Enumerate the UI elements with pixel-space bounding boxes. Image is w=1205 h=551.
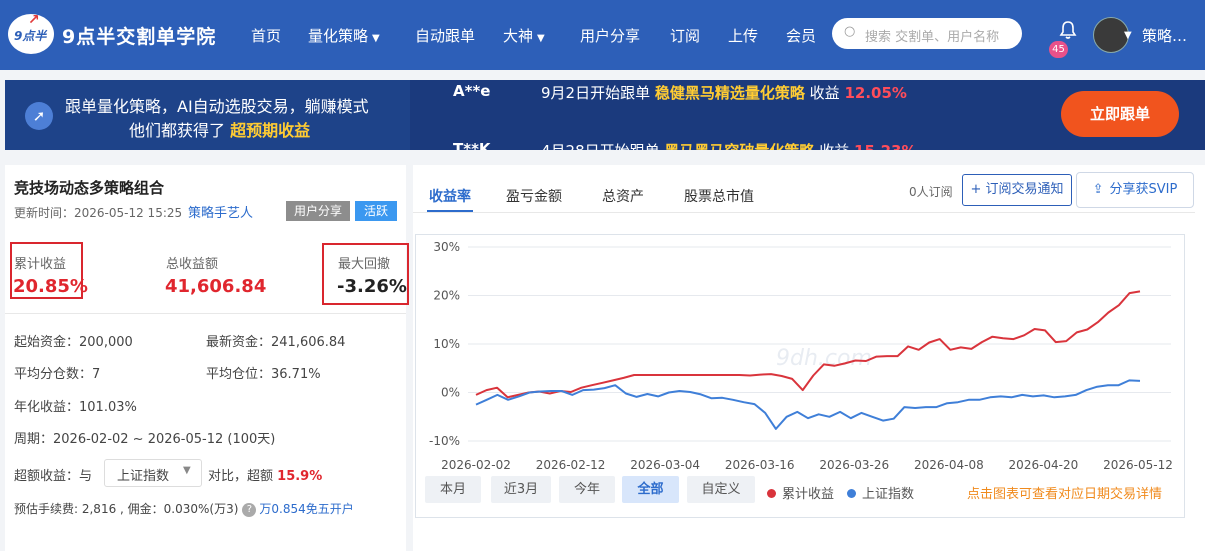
share-svip-button[interactable]: ⇪ 分享获SVIP: [1076, 172, 1194, 208]
updated-time: 更新时间：2026-05-12 15:25: [14, 206, 183, 220]
search-icon: ○: [844, 24, 856, 39]
cum-return-value: 20.85%: [13, 276, 88, 297]
fee-info: 预估手续费: 2,816 , 佣金：0.030%(万3)? 万0.854免五开户: [14, 502, 354, 517]
range-this-year-button[interactable]: 今年: [559, 476, 615, 503]
x-tick-label: 2026-02-02: [441, 458, 511, 472]
x-tick-label: 2026-05-12: [1103, 458, 1173, 472]
chevron-down-icon: ▼: [372, 33, 380, 44]
x-tick-label: 2026-02-12: [536, 458, 606, 472]
avg-positions: 平均分仓数：7: [14, 367, 101, 382]
subscriber-count: 0人订阅: [909, 185, 953, 199]
banner-line1: 跟单量化策略，AI自动选股交易，躺赚模式: [65, 97, 369, 116]
x-tick-label: 2026-04-08: [914, 458, 984, 472]
nav-item-quant-strategy[interactable]: 量化策略 ▼: [308, 25, 380, 46]
tab-return-rate[interactable]: 收益率: [429, 186, 471, 206]
y-tick-label: 10%: [433, 337, 460, 351]
ticker-row: T**K 4月28日开始跟单 黑马黑马突破量化策略 收益 15.23%: [453, 140, 917, 150]
legend-dot: [767, 489, 776, 498]
x-tick-label: 2026-03-16: [725, 458, 795, 472]
range-all-button[interactable]: 全部: [622, 476, 679, 503]
chevron-down-icon: ▼: [183, 465, 191, 476]
return-chart[interactable]: 9dh.com 30% 20% 10% 0% -10% 2026-02-02 2026-02…: [416, 235, 1184, 517]
max-drawdown-value: -3.26%: [337, 276, 407, 297]
chevron-down-icon[interactable]: ▼: [1124, 30, 1132, 41]
cum-return-label: 累计收益: [14, 257, 67, 272]
benchmark-select[interactable]: 上证指数 ▼: [104, 459, 202, 487]
tabs-divider: [413, 212, 1195, 213]
y-tick-label: -10%: [429, 434, 460, 448]
user-share-tag: 用户分享: [286, 201, 350, 221]
range-custom-button[interactable]: 自定义: [687, 476, 755, 503]
start-capital: 起始资金：200,000: [14, 335, 133, 350]
tab-profit-amount[interactable]: 盈亏金额: [506, 186, 562, 206]
excess-return: 对比，超额 15.9%: [208, 469, 323, 484]
active-tag: 活跃: [355, 201, 397, 221]
nav-item-home[interactable]: 首页: [251, 25, 281, 46]
annualized-return: 年化收益：101.03%: [14, 400, 137, 415]
excess-prefix: 超额收益：与: [14, 469, 93, 484]
share-icon: ⇪: [1092, 182, 1104, 197]
brand-name[interactable]: 9点半交割单学院: [62, 22, 216, 49]
chevron-down-icon: ▼: [537, 33, 545, 44]
username[interactable]: 策略…: [1142, 25, 1187, 46]
legend-cum-return[interactable]: 累计收益: [767, 483, 834, 502]
top-navbar: ↗ 9点半 9点半交割单学院 首页 量化策略 ▼ 自动跟单 大神 ▼ 用户分享 订阅…: [0, 0, 1205, 70]
index-line[interactable]: [475, 379, 1141, 430]
logo-icon[interactable]: ↗ 9点半: [8, 12, 54, 54]
total-profit-value: 41,606.84: [165, 276, 267, 297]
nav-item-subscribe[interactable]: 订阅: [670, 25, 700, 46]
tab-total-assets[interactable]: 总资产: [602, 186, 644, 206]
chart-hint: 点击图表可查看对应日期交易详情: [967, 487, 1163, 502]
legend-dot: [847, 489, 856, 498]
y-tick-label: 30%: [433, 240, 460, 254]
nav-item-membership[interactable]: 会员: [786, 25, 816, 46]
nav-item-user-share[interactable]: 用户分享: [580, 25, 640, 46]
ticker-row: A**e 9月2日开始跟单 稳健黑马精选量化策略 收益 12.05%: [453, 82, 907, 102]
strategy-title: 竞技场动态多策略组合: [14, 179, 165, 197]
follow-now-button[interactable]: 立即跟单: [1061, 91, 1179, 137]
y-tick-label: 20%: [433, 289, 460, 303]
chart-panel: 收益率 盈亏金额 总资产 股票总市值 0人订阅 + 订阅交易通知 ⇪ 分享获SVI…: [413, 165, 1205, 551]
nav-item-upload[interactable]: 上传: [728, 25, 758, 46]
notification-badge: 45: [1049, 41, 1068, 58]
strategy-summary-panel: 竞技场动态多策略组合 更新时间：2026-05-12 15:25 策略手艺人 用…: [5, 165, 409, 551]
latest-capital: 最新资金：241,606.84: [206, 335, 346, 350]
help-icon[interactable]: ?: [242, 503, 257, 517]
nav-item-masters[interactable]: 大神 ▼: [503, 25, 545, 46]
y-tick-label: 0%: [441, 386, 460, 400]
banner-line2: 他们都获得了 超预期收益: [129, 121, 311, 140]
author-link[interactable]: 策略手艺人: [188, 202, 253, 221]
range-3-months-button[interactable]: 近3月: [491, 476, 551, 503]
logo-text: 9点半: [14, 29, 47, 43]
x-tick-label: 2026-03-26: [819, 458, 889, 472]
promo-banner: ➚ 跟单量化策略，AI自动选股交易，躺赚模式 他们都获得了 超预期收益 A**e…: [5, 80, 1205, 150]
subscribe-notification-button[interactable]: + 订阅交易通知: [962, 174, 1072, 206]
x-tick-label: 2026-03-04: [630, 458, 700, 472]
divider: [5, 313, 406, 314]
period: 周期：2026-02-02 ~ 2026-05-12 (100天): [14, 432, 276, 447]
banner-left: ➚ 跟单量化策略，AI自动选股交易，躺赚模式 他们都获得了 超预期收益: [5, 80, 410, 150]
tab-market-value[interactable]: 股票总市值: [684, 186, 754, 206]
search-placeholder: 搜索 交割单、用户名称: [865, 30, 1000, 45]
avg-position-ratio: 平均仓位：36.71%: [206, 367, 321, 382]
legend-index[interactable]: 上证指数: [847, 483, 914, 502]
nav-item-auto-follow[interactable]: 自动跟单: [415, 25, 475, 46]
tab-underline: [427, 210, 473, 212]
open-account-link[interactable]: 万0.854免五开户: [259, 502, 353, 516]
watermark: 9dh.com: [776, 346, 872, 371]
rocket-icon: ➚: [25, 102, 53, 130]
total-profit-label: 总收益额: [166, 257, 219, 272]
max-drawdown-label: 最大回撤: [338, 257, 391, 272]
range-this-month-button[interactable]: 本月: [425, 476, 481, 503]
search-input[interactable]: ○ 搜索 交割单、用户名称: [832, 18, 1022, 49]
x-tick-label: 2026-04-20: [1009, 458, 1079, 472]
